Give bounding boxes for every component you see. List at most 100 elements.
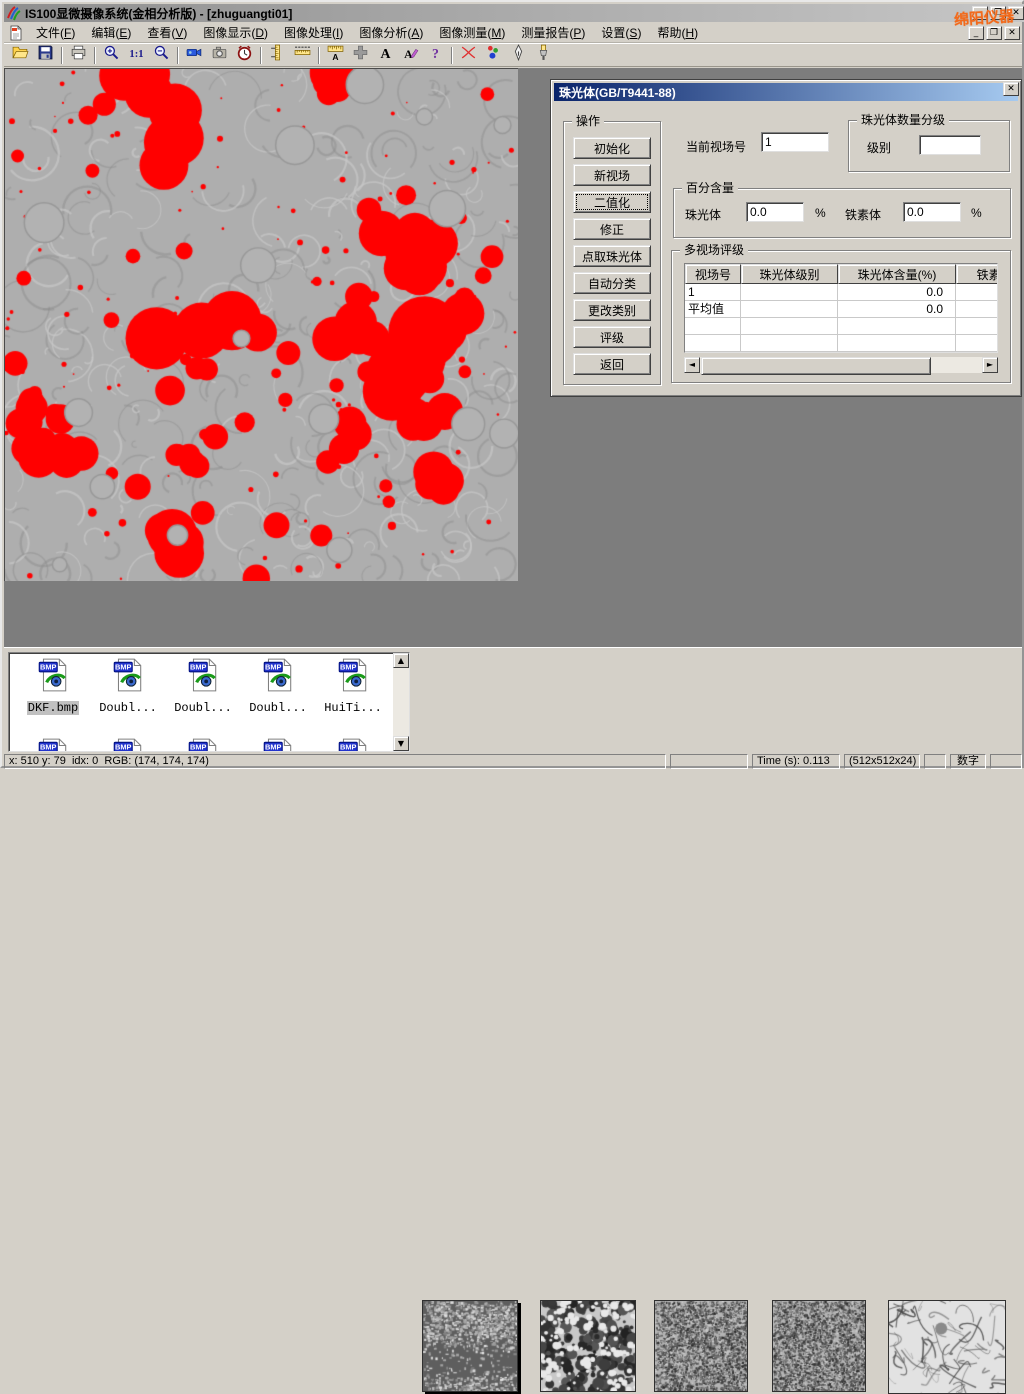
child-close-button[interactable]: ✕ — [1004, 26, 1020, 40]
empty-panel-3 — [990, 754, 1022, 769]
file-item-partial-0[interactable]: BMP — [17, 737, 89, 752]
op-button-2[interactable]: 二值化 — [573, 191, 651, 213]
file-item-partial-2[interactable]: BMP — [167, 737, 239, 752]
table-cell-3-2 — [838, 335, 956, 352]
table-row-3[interactable] — [685, 335, 998, 352]
image-size-panel: (512x512x24) — [844, 754, 920, 769]
brush-icon — [535, 44, 552, 66]
file-item-3[interactable]: BMPDoubl... — [242, 657, 314, 716]
print-button[interactable] — [66, 45, 91, 66]
menu-item-edit[interactable]: 编辑(E) — [83, 22, 139, 43]
file-item-partial-3[interactable]: BMP — [242, 737, 314, 752]
thumbnail-2[interactable] — [540, 1300, 636, 1392]
file-item-2[interactable]: BMPDoubl... — [167, 657, 239, 716]
table-header-2[interactable]: 珠光体含量(%) — [838, 264, 956, 284]
op-button-1[interactable]: 新视场 — [573, 164, 651, 186]
file-item-partial-4[interactable]: BMP — [317, 737, 389, 752]
scroll-left-button[interactable]: ◄ — [684, 357, 700, 373]
caliper-button[interactable] — [265, 45, 290, 66]
text-label-button[interactable]: A — [373, 45, 398, 66]
percent-group-label: 百分含量 — [682, 181, 738, 195]
file-list-scrollbar[interactable]: ▲ ▼ — [393, 653, 409, 751]
micrograph-image[interactable] — [4, 68, 518, 581]
calibrate-ruler-button[interactable]: A — [323, 45, 348, 66]
text-edit-button[interactable]: A — [398, 45, 423, 66]
op-button-5[interactable]: 自动分类 — [573, 272, 651, 294]
menu-item-image-analysis[interactable]: 图像分析(A) — [351, 22, 431, 43]
table-row-1[interactable]: 平均值0.0 — [685, 301, 998, 318]
open-button[interactable] — [8, 45, 33, 66]
title-bar[interactable]: IS100显微摄像系统(金相分析版) - [zhuguangti01] _ ❐ … — [4, 4, 1024, 22]
menu-item-image-measure[interactable]: 图像测量(M) — [431, 22, 513, 43]
table-cell-1-0: 平均值 — [685, 301, 741, 318]
op-button-8[interactable]: 返回 — [573, 353, 651, 375]
particles-button[interactable] — [481, 45, 506, 66]
table-header-0[interactable]: 视场号 — [685, 264, 741, 284]
bmp-file-icon: BMP — [317, 657, 389, 698]
particles-icon — [485, 44, 502, 66]
scroll-down-button[interactable]: ▼ — [393, 736, 409, 751]
scrollbar-thumb[interactable] — [701, 357, 931, 375]
scroll-right-button[interactable]: ► — [982, 357, 998, 373]
table-row-2[interactable] — [685, 318, 998, 335]
op-button-0[interactable]: 初始化 — [573, 137, 651, 159]
table-header-3[interactable]: 铁素体含量(%) — [956, 264, 998, 284]
dialog-title-bar[interactable]: 珠光体(GB/T9441-88) — [554, 83, 1018, 101]
thumbnail-5[interactable] — [888, 1300, 1006, 1394]
table-cell-2-2 — [838, 318, 956, 335]
help-button[interactable]: ? — [423, 45, 448, 66]
table-header-1[interactable]: 珠光体级别 — [741, 264, 838, 284]
op-button-6[interactable]: 更改类别 — [573, 299, 651, 321]
save-button[interactable] — [33, 45, 58, 66]
menu-item-file[interactable]: 文件(F) — [28, 22, 83, 43]
camera-button[interactable] — [207, 45, 232, 66]
svg-text:BMP: BMP — [40, 743, 57, 752]
menu-item-view[interactable]: 查看(V) — [139, 22, 195, 43]
menu-item-settings[interactable]: 设置(S) — [593, 22, 649, 43]
file-name-text: DKF.bmp — [27, 701, 79, 715]
op-button-7[interactable]: 评级 — [573, 326, 651, 348]
actual-size-button[interactable]: 1:1 — [124, 45, 149, 66]
menu-item-help[interactable]: 帮助(H) — [649, 22, 706, 43]
table-header-row: 视场号珠光体级别珠光体含量(%)铁素体含量(%) — [685, 264, 998, 284]
restore-button[interactable]: ❐ — [990, 6, 1006, 20]
document-icon[interactable] — [8, 25, 24, 41]
brush-button[interactable] — [531, 45, 556, 66]
file-item-4[interactable]: BMPHuiTi... — [317, 657, 389, 716]
file-item-1[interactable]: BMPDoubl... — [92, 657, 164, 716]
menu-bar: 文件(F)编辑(E)查看(V)图像显示(D)图像处理(I)图像分析(A)图像测量… — [4, 23, 1022, 43]
menu-item-image-processing[interactable]: 图像处理(I) — [276, 22, 351, 43]
dialog-close-button[interactable]: ✕ — [1003, 82, 1019, 96]
table-row-0[interactable]: 10.0 — [685, 284, 998, 301]
table-hscrollbar[interactable]: ◄ ► — [684, 357, 998, 373]
current-field-label: 当前视场号 — [686, 138, 746, 155]
ruler-button[interactable] — [290, 45, 315, 66]
grid-cross-button[interactable] — [348, 45, 373, 66]
current-field-input[interactable] — [761, 132, 829, 152]
child-minimize-button[interactable]: _ — [968, 26, 984, 40]
ferrite-percent-input[interactable] — [903, 202, 961, 222]
child-restore-button[interactable]: ❐ — [986, 26, 1002, 40]
close-button[interactable]: ✕ — [1008, 6, 1024, 20]
minimize-button[interactable]: _ — [972, 6, 988, 20]
grade-input[interactable] — [919, 135, 981, 155]
menu-item-measure-report[interactable]: 测量报告(P) — [513, 22, 593, 43]
menu-item-image-display[interactable]: 图像显示(D) — [195, 22, 276, 43]
file-item-partial-1[interactable]: BMP — [92, 737, 164, 752]
file-item-0[interactable]: BMPDKF.bmp — [17, 657, 89, 716]
video-camera-button[interactable] — [182, 45, 207, 66]
app-logo-icon — [6, 5, 22, 21]
thumbnail-4[interactable] — [772, 1300, 866, 1392]
curve-select-button[interactable] — [456, 45, 481, 66]
op-button-3[interactable]: 修正 — [573, 218, 651, 240]
thumbnail-1[interactable] — [422, 1300, 518, 1392]
op-button-4[interactable]: 点取珠光体 — [573, 245, 651, 267]
pen-button[interactable] — [506, 45, 531, 66]
pearlite-percent-input[interactable] — [746, 202, 804, 222]
svg-text:A: A — [332, 52, 338, 61]
timer-button[interactable] — [232, 45, 257, 66]
zoom-out-button[interactable] — [149, 45, 174, 66]
scroll-up-button[interactable]: ▲ — [393, 653, 409, 668]
thumbnail-3[interactable] — [654, 1300, 748, 1392]
zoom-in-button[interactable] — [99, 45, 124, 66]
